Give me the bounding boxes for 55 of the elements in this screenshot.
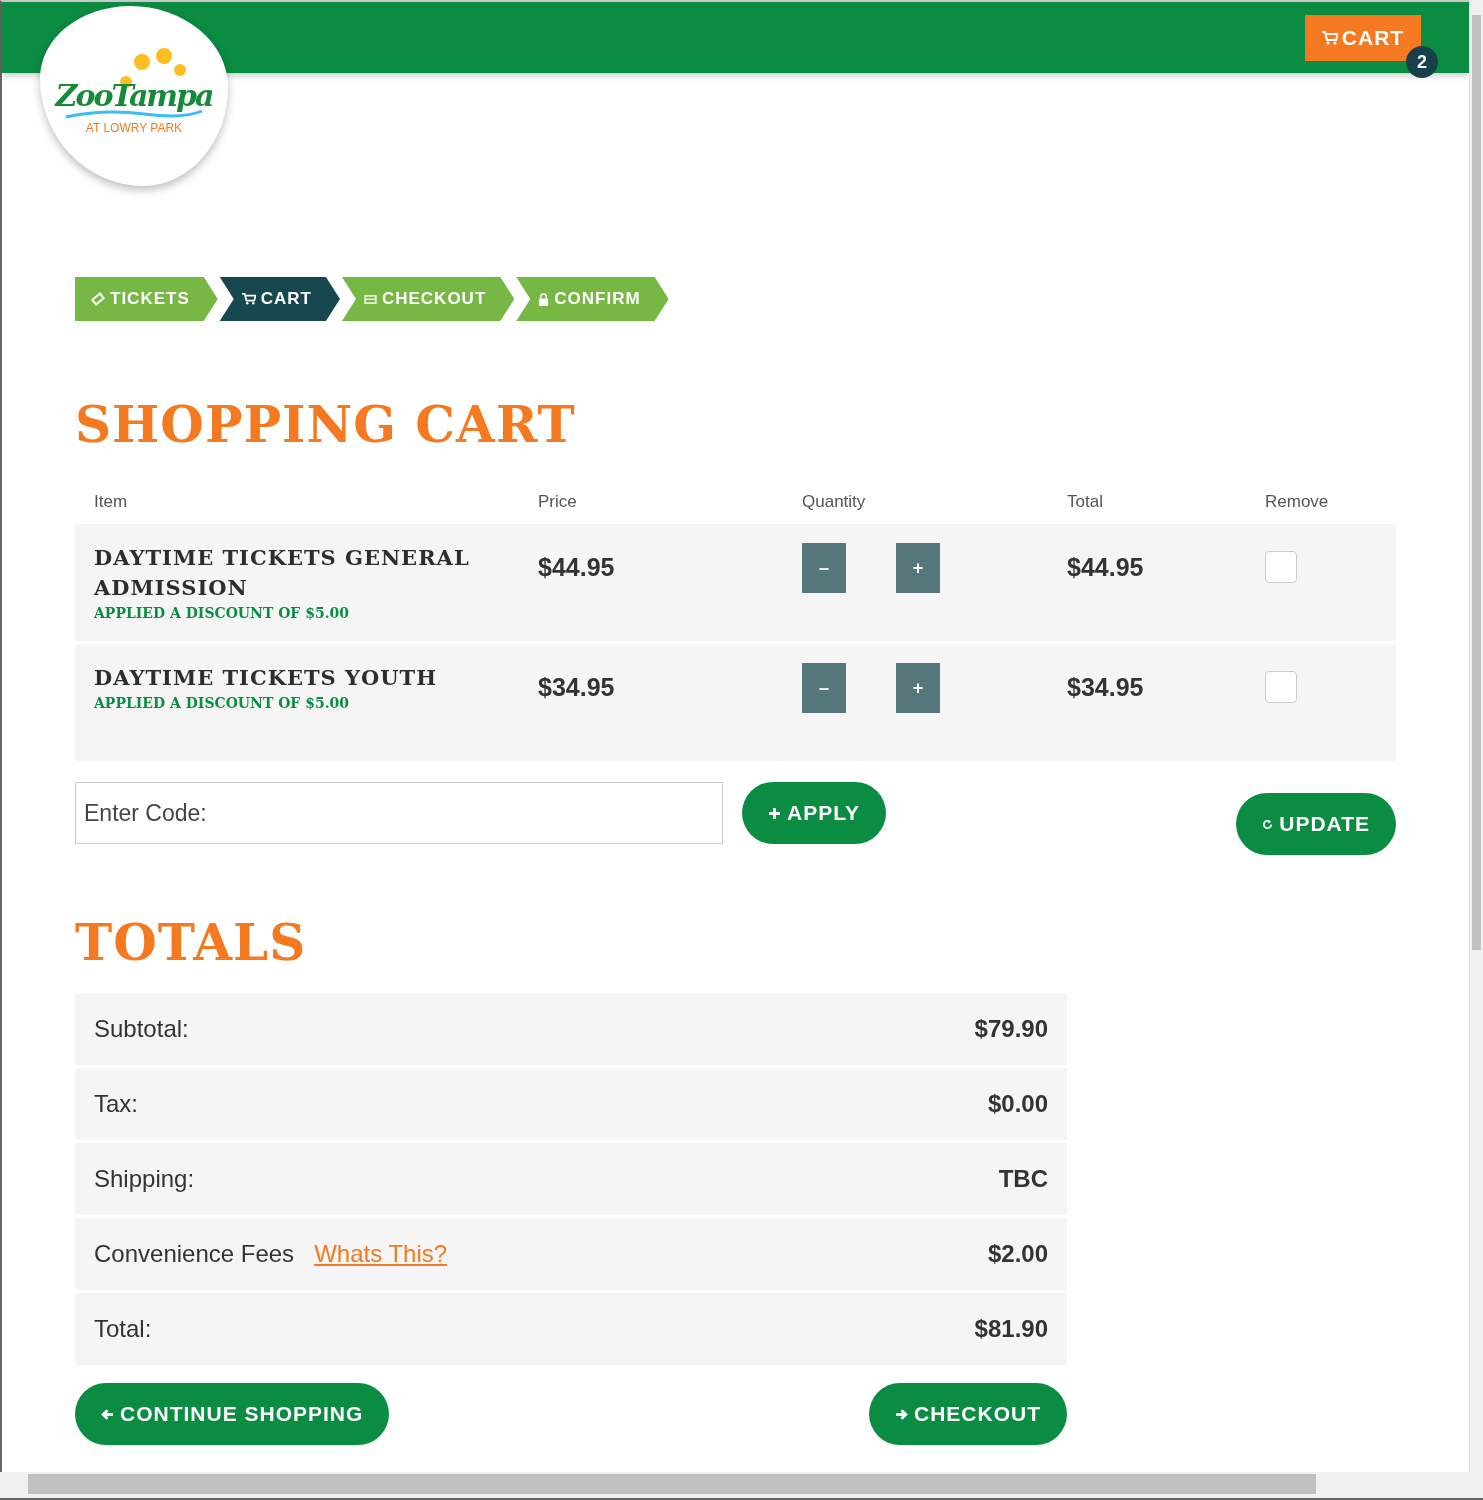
page-title: SHOPPING CART xyxy=(75,397,577,453)
cart-icon xyxy=(241,293,256,305)
decrease-button[interactable]: – xyxy=(802,663,846,713)
totals-label: Subtotal: xyxy=(94,1015,189,1043)
plus-icon xyxy=(768,806,781,820)
totals-value: $79.90 xyxy=(974,1015,1048,1043)
apply-button[interactable]: APPLY xyxy=(742,782,887,844)
credit-card-icon xyxy=(363,294,377,304)
totals-label: Total: xyxy=(94,1315,152,1343)
item-name: DAYTIME TICKETS YOUTH xyxy=(94,664,439,692)
promo-code-field[interactable]: Enter Code: xyxy=(75,782,723,844)
column-header: Price xyxy=(538,492,578,512)
remove-checkbox[interactable] xyxy=(1265,671,1297,703)
horizontal-scrollbar[interactable] xyxy=(0,1472,1483,1500)
cart-icon xyxy=(1321,31,1338,45)
discount-note: APPLIED A DISCOUNT OF $5.00 xyxy=(94,695,350,711)
totals-title: TOTALS xyxy=(75,915,308,971)
totals-value: TBC xyxy=(998,1165,1048,1193)
totals-label: Convenience Fees xyxy=(94,1240,295,1268)
totals-value: $2.00 xyxy=(987,1240,1048,1268)
checkout-button[interactable]: CHECKOUT xyxy=(869,1383,1067,1445)
item-total: $34.95 xyxy=(1067,672,1145,702)
discount-note: APPLIED A DISCOUNT OF $5.00 xyxy=(94,605,350,621)
remove-checkbox[interactable] xyxy=(1265,551,1297,583)
column-header: Remove xyxy=(1265,492,1330,512)
logo-badge[interactable]: ZooTampa AT LOWRY PARK xyxy=(40,6,228,186)
column-header: Quantity xyxy=(802,492,867,512)
decrease-button[interactable]: – xyxy=(802,543,846,593)
item-price: $44.95 xyxy=(538,552,616,582)
logo-name: ZooTampa xyxy=(55,78,213,113)
step-tab[interactable]: TICKETS xyxy=(75,277,218,321)
whats-this-link[interactable]: Whats This? xyxy=(314,1240,448,1268)
refresh-icon xyxy=(1262,818,1274,830)
ticket-icon xyxy=(91,292,105,306)
increase-button[interactable]: + xyxy=(896,663,940,713)
update-button[interactable]: UPDATE xyxy=(1236,793,1396,855)
cart-count-badge: 2 xyxy=(1406,46,1438,78)
totals-label: Tax: xyxy=(94,1090,138,1118)
column-header: Total xyxy=(1067,492,1104,512)
item-name: DAYTIME TICKETS GENERAL ADMISSION xyxy=(94,544,471,602)
lock-icon xyxy=(538,292,550,306)
step-tab[interactable]: CONFIRM xyxy=(516,277,669,321)
increase-button[interactable]: + xyxy=(896,543,940,593)
totals-label: Shipping: xyxy=(94,1165,195,1193)
column-header: Item xyxy=(93,492,129,512)
arrow-right-icon xyxy=(895,1407,908,1421)
totals-value: $0.00 xyxy=(987,1090,1048,1118)
step-tab[interactable]: CART xyxy=(219,277,340,321)
item-price: $34.95 xyxy=(538,672,616,702)
item-total: $44.95 xyxy=(1067,552,1145,582)
step-tab[interactable]: CHECKOUT xyxy=(341,277,515,321)
totals-value: $81.90 xyxy=(974,1315,1048,1343)
logo-tagline: AT LOWRY PARK xyxy=(85,121,183,135)
continue-shopping-button[interactable]: CONTINUE SHOPPING xyxy=(75,1383,390,1445)
arrow-left-icon xyxy=(101,1407,114,1421)
